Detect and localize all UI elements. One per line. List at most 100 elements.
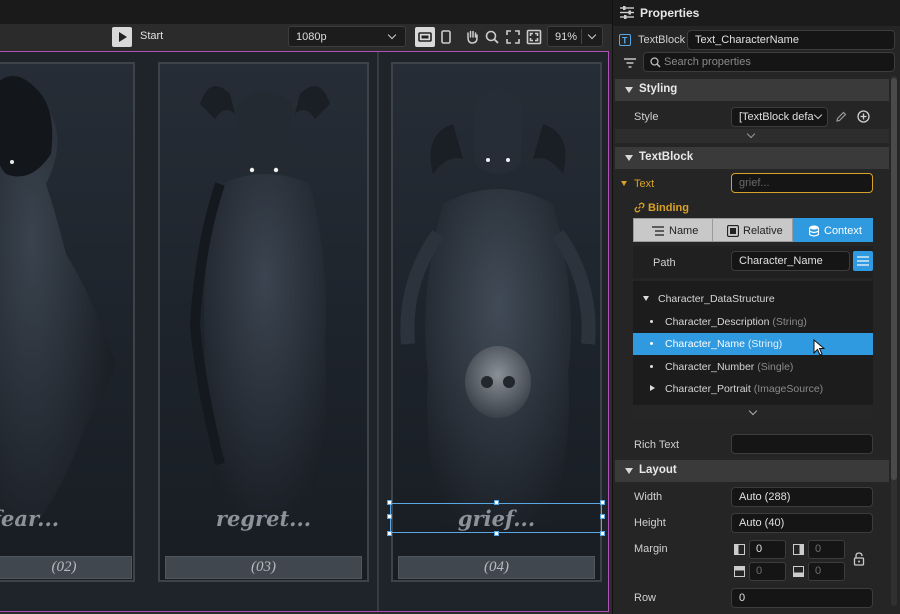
canvas-toolbar: Start 1080p 91% [0,24,612,49]
data-structure-tree: Character_DataStructure Character_Descri… [633,281,873,421]
element-type-label: TextBlock [638,34,686,46]
text-label: Text [634,178,655,190]
margin-left-icon [734,544,745,555]
resize-handle[interactable] [387,500,392,505]
resolution-select[interactable]: 1080p [288,26,406,47]
rich-text-label: Rich Text [634,439,680,451]
tree-item-selected[interactable]: Character_Name (String) [633,333,873,356]
margin-bottom-field[interactable]: 0 [808,562,845,581]
expand-triangle-icon [643,296,649,301]
chevron-down-icon [587,30,597,40]
text-field[interactable]: grief... [731,173,873,193]
tree-item-label: Character_Description [665,316,770,328]
margin-right-field[interactable]: 0 [808,540,845,559]
list-icon [652,226,664,236]
height-field[interactable]: Auto (40) [731,513,873,533]
landscape-view-icon[interactable] [415,27,435,47]
path-label: Path [653,257,676,269]
search-placeholder: Search properties [664,56,751,68]
binding-mode-name-label: Name [669,225,699,237]
resize-handle[interactable] [600,531,605,536]
card-caption: fear... [0,506,60,531]
relative-icon [727,225,739,237]
character-card[interactable]: regret... (03) [158,62,369,582]
tree-item-label: Character_DataStructure [658,293,775,305]
fullscreen-icon[interactable] [524,27,544,47]
zoom-icon[interactable] [482,27,502,47]
edit-pencil-icon[interactable] [835,111,847,123]
textblock-section-header[interactable]: TextBlock [615,147,889,169]
fit-screen-icon[interactable] [503,27,523,47]
styling-header: Styling [639,83,678,95]
resize-handle[interactable] [494,531,499,536]
layout-section-header[interactable]: Layout [615,460,889,482]
card-number: (02) [0,556,132,579]
chevron-down-icon [387,30,397,40]
character-card[interactable]: fear... (02) [0,62,135,582]
path-picker-button[interactable] [853,251,873,271]
start-label[interactable]: Start [140,30,163,42]
tree-item-type: (ImageSource) [753,383,824,395]
zoom-select[interactable]: 91% [547,26,603,47]
tree-item-label: Character_Name [665,338,745,350]
styling-expand-row[interactable] [615,129,889,143]
width-label: Width [634,491,663,503]
path-field[interactable]: Character_Name [731,251,850,271]
canvas-stage[interactable]: fear... (02) regret... (03) [0,51,609,612]
tree-item[interactable]: Character_Portrait (ImageSource) [633,378,873,400]
style-select[interactable]: [TextBlock defa [731,107,828,127]
add-circle-icon[interactable] [857,110,870,123]
resize-handle[interactable] [387,514,392,519]
width-field[interactable]: Auto (288) [731,487,873,507]
mouse-cursor-icon [813,339,825,356]
play-icon[interactable] [112,27,132,47]
collapse-triangle-icon [625,87,633,93]
style-label: Style [634,111,659,123]
binding-mode-relative[interactable]: Relative [713,218,793,242]
margin-right-icon [793,544,804,555]
layout-header: Layout [639,464,677,476]
filter-icon[interactable] [623,57,637,69]
height-label: Height [634,517,666,529]
portrait-view-icon[interactable] [436,27,456,47]
row-field[interactable]: 0 [731,588,873,608]
top-strip [0,0,612,24]
margin-top-field[interactable]: 0 [749,562,786,581]
resize-handle[interactable] [600,514,605,519]
binding-mode-context[interactable]: Context [793,218,873,242]
binding-mode-name[interactable]: Name [633,218,713,242]
tree-item-type: (Single) [757,361,794,373]
sliders-icon [620,6,634,19]
resize-handle[interactable] [600,500,605,505]
rich-text-field[interactable] [731,434,873,454]
binding-label: Binding [648,202,689,214]
tree-item[interactable]: Character_Number (Single) [633,356,873,378]
chevron-down-icon [748,406,758,416]
link-icon [634,202,645,213]
margin-left-field[interactable]: 0 [749,540,786,559]
hand-pan-icon[interactable] [462,27,482,47]
designer-canvas: Start 1080p 91% ear... (02) regret... (0… [0,0,612,614]
binding-mode-context-label: Context [824,225,862,237]
zoom-value: 91% [555,31,578,43]
text-expand-triangle-icon[interactable] [621,181,627,186]
resize-handle[interactable] [494,500,499,505]
tree-item-root[interactable]: Character_DataStructure [633,288,873,310]
expand-triangle-icon [650,385,655,391]
selected-textblock-outline[interactable] [387,500,605,536]
tree-item[interactable]: Character_Description (String) [633,311,873,333]
resize-handle[interactable] [387,531,392,536]
bullet-icon [650,342,653,345]
chevron-down-icon [746,129,756,139]
element-name-field[interactable]: Text_CharacterName [687,30,895,50]
search-properties-field[interactable]: Search properties [643,52,895,72]
card-number: (04) [398,556,595,579]
canvas-divider [377,52,379,611]
card-caption: regret... [215,506,312,531]
properties-scroll-thumb[interactable] [891,78,897,480]
tree-expand-row[interactable] [633,405,873,421]
properties-panel: Properties T TextBlock Text_CharacterNam… [612,0,900,614]
unlock-icon[interactable] [853,552,865,566]
style-value: [TextBlock defa [739,111,814,123]
styling-section-header[interactable]: Styling [615,79,889,101]
